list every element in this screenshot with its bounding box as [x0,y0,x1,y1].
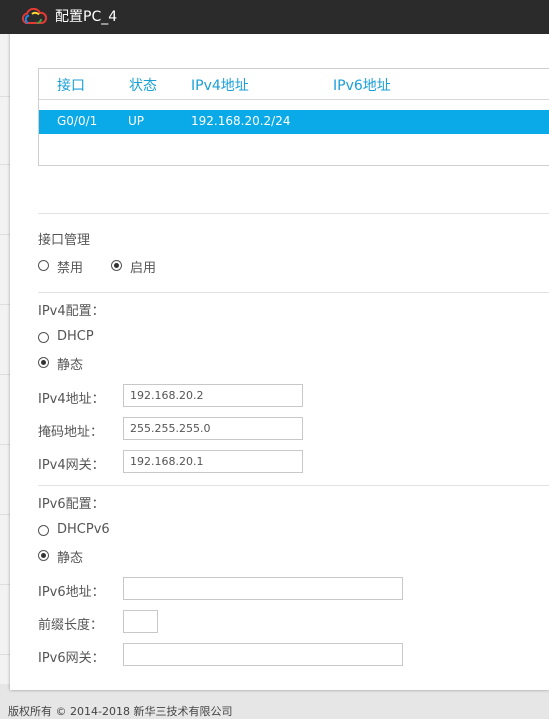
ipv6-gateway-input[interactable] [123,643,403,666]
cell-interface: G0/0/1 [57,114,98,128]
ipv6-gateway-label: IPv6网关： [38,651,105,666]
ipv4-gateway-input[interactable] [123,450,303,473]
column-header-ipv6: IPv6地址 [333,78,391,94]
ipv6-dhcpv6-label[interactable]: DHCPv6 [57,522,110,537]
column-header-status: 状态 [129,78,157,94]
ipv6-address-input[interactable] [123,577,403,600]
section-divider [38,485,549,486]
ipv6-static-radio[interactable] [38,550,49,561]
title-bar[interactable]: 配置PC_4 [0,0,549,34]
cloud-logo-icon [20,7,48,30]
cell-ipv4: 192.168.20.2/24 [191,114,291,128]
column-header-interface: 接口 [57,78,85,94]
ipv4-static-radio[interactable] [38,357,49,368]
disable-label[interactable]: 禁用 [57,257,83,276]
enable-label[interactable]: 启用 [130,257,156,276]
enable-radio[interactable] [111,260,122,271]
ipv4-config-heading: IPv4配置： [38,304,105,319]
disable-radio[interactable] [38,260,49,271]
cell-status: UP [128,114,145,128]
copyright-text: 版权所有 © 2014-2018 新华三技术有限公司 [8,705,233,718]
section-divider [38,213,549,214]
ipv4-address-input[interactable] [123,384,303,407]
ipv4-dhcp-radio[interactable] [38,332,49,343]
config-dialog: 配置PC_4 接口 状态 IPv4地址 IPv6地址 G0/0/1 UP 192… [0,0,549,690]
ipv6-config-heading: IPv6配置： [38,497,105,512]
table-row[interactable]: G0/0/1 UP 192.168.20.2/24 [39,110,549,134]
prefix-length-input[interactable] [123,610,158,633]
prefix-length-label: 前缀长度： [38,618,104,633]
ipv4-gateway-label: IPv4网关： [38,458,105,473]
interface-mgmt-heading: 接口管理 [38,233,91,248]
subnet-mask-input[interactable] [123,417,303,440]
window-title: 配置PC_4 [55,9,118,25]
interface-table: 接口 状态 IPv4地址 IPv6地址 G0/0/1 UP 192.168.20… [38,68,549,166]
column-header-ipv4: IPv4地址 [191,78,249,94]
ipv4-address-label: IPv4地址： [38,392,105,407]
footer: 版权所有 © 2014-2018 新华三技术有限公司 [0,700,549,718]
ipv6-address-label: IPv6地址： [38,585,105,600]
subnet-mask-label: 掩码地址： [38,425,104,440]
table-header: 接口 状态 IPv4地址 IPv6地址 [39,69,549,100]
ipv6-dhcpv6-radio[interactable] [38,525,49,536]
ipv4-static-label[interactable]: 静态 [57,354,83,373]
section-divider [38,292,549,293]
ipv4-dhcp-label[interactable]: DHCP [57,329,94,344]
ipv6-static-label[interactable]: 静态 [57,547,83,566]
